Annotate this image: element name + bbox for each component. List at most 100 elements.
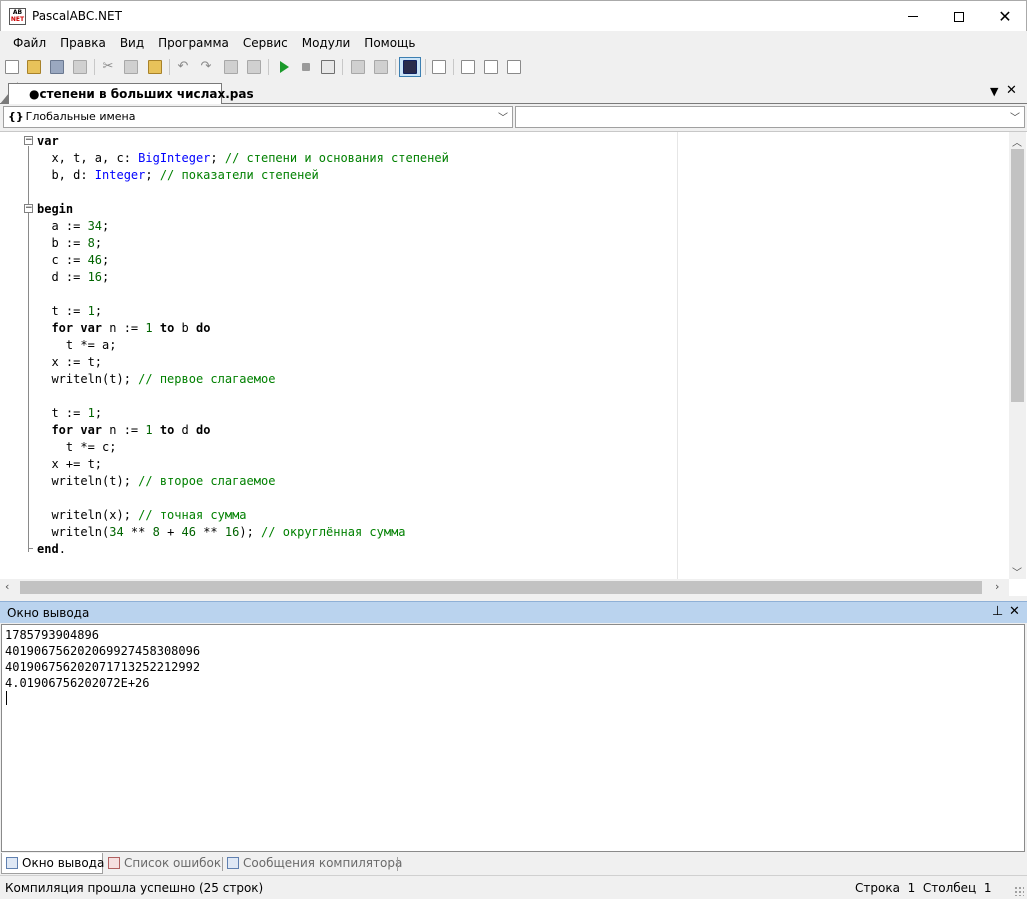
- toolbar-separator: [169, 59, 170, 75]
- menu-view[interactable]: Вид: [113, 36, 151, 50]
- close-button[interactable]: ✕: [982, 1, 1027, 32]
- scope-combo[interactable]: {} Глобальные имена ﹀: [3, 106, 513, 128]
- code-line: var: [37, 133, 449, 150]
- comment-button[interactable]: [349, 58, 367, 76]
- redo-button[interactable]: ↷: [197, 58, 215, 76]
- module-l-button[interactable]: [482, 58, 500, 76]
- save-all-button[interactable]: [71, 58, 89, 76]
- output-line: 1785793904896: [5, 628, 99, 642]
- code-token: b :=: [37, 236, 88, 250]
- minimize-button[interactable]: [890, 1, 936, 32]
- pin-icon[interactable]: ⊥: [992, 604, 1003, 619]
- horizontal-scroll-thumb[interactable]: [20, 581, 982, 594]
- menu-modules[interactable]: Модули: [295, 36, 358, 50]
- tab-list-dropdown-icon[interactable]: ▼: [990, 85, 998, 98]
- copy-button[interactable]: [122, 58, 140, 76]
- tab-error-list[interactable]: Список ошибок: [104, 853, 222, 874]
- resize-grip[interactable]: [1014, 886, 1024, 896]
- open-folder-icon: [27, 60, 41, 74]
- console-icon: [403, 60, 417, 74]
- code-line: writeln(34 ** 8 + 46 ** 16); // округлён…: [37, 524, 449, 541]
- code-token: n :=: [102, 321, 146, 335]
- fold-toggle-begin[interactable]: −: [24, 204, 33, 213]
- tab-active-document[interactable]: ●степени в больших числах.pas: [8, 83, 254, 104]
- stop-icon: [302, 63, 310, 71]
- undo-icon: ↶: [177, 59, 189, 74]
- menu-edit[interactable]: Правка: [53, 36, 113, 50]
- code-token: 1: [145, 423, 153, 437]
- debug-grid-icon: [321, 60, 335, 74]
- scroll-right-icon[interactable]: ›: [995, 580, 999, 593]
- scroll-up-icon[interactable]: ︿: [1012, 134, 1022, 149]
- console-button[interactable]: [399, 57, 421, 77]
- minimize-icon: [908, 16, 918, 17]
- module-d-button[interactable]: [459, 58, 477, 76]
- undo-button[interactable]: ↶: [174, 58, 192, 76]
- title-bar: AB NET PascalABC.NET ✕: [0, 0, 1027, 31]
- new-file-button[interactable]: [3, 58, 21, 76]
- code-token: to: [159, 321, 175, 335]
- chevron-down-icon: ﹀: [498, 113, 508, 124]
- code-token: t :=: [37, 406, 88, 420]
- code-token: // степени и основания степеней: [224, 151, 449, 165]
- menu-help[interactable]: Помощь: [357, 36, 422, 50]
- code-token: x, t, a, c:: [37, 151, 139, 165]
- editor-horizontal-scrollbar[interactable]: ‹ ›: [0, 579, 1009, 596]
- code-line: end.: [37, 541, 449, 558]
- code-token: 1: [87, 406, 95, 420]
- column-label: Столбец: [922, 881, 977, 895]
- toolbar-separator: [395, 59, 396, 75]
- code-token: ;: [94, 236, 103, 250]
- code-token: for var: [51, 321, 103, 335]
- fold-toggle-var[interactable]: −: [24, 136, 33, 145]
- code-token: ;: [102, 270, 110, 284]
- stop-button[interactable]: [297, 58, 315, 76]
- code-line: d := 16;: [37, 269, 449, 286]
- run-button[interactable]: [275, 58, 293, 76]
- scroll-left-icon[interactable]: ‹: [5, 580, 9, 593]
- comment-icon: [351, 60, 365, 74]
- paste-button[interactable]: [146, 58, 164, 76]
- maximize-button[interactable]: [936, 1, 982, 32]
- app-icon-text-bottom: NET: [10, 16, 25, 23]
- menu-service[interactable]: Сервис: [236, 36, 295, 50]
- debug-grid-button[interactable]: [319, 58, 337, 76]
- code-line: for var n := 1 to d do: [37, 422, 449, 439]
- tab-separator: [397, 857, 398, 871]
- code-editor[interactable]: − − var x, t, a, c: BigInteger; // степе…: [0, 131, 1027, 596]
- menu-file[interactable]: Файл: [6, 36, 53, 50]
- output-close-icon[interactable]: ✕: [1009, 604, 1020, 619]
- vertical-scroll-thumb[interactable]: [1011, 149, 1024, 402]
- uncomment-button[interactable]: [372, 58, 390, 76]
- code-token: 8: [87, 236, 95, 250]
- output-area[interactable]: 1785793904896 401906756202069927458308096…: [1, 624, 1025, 852]
- open-button[interactable]: [25, 58, 43, 76]
- code-text[interactable]: var x, t, a, c: BigInteger; // степени и…: [37, 133, 449, 558]
- save-button[interactable]: [48, 58, 66, 76]
- code-token: 34: [87, 219, 103, 233]
- tab-output-window[interactable]: Окно вывода: [1, 853, 104, 874]
- code-token: **: [195, 525, 225, 539]
- tab-close-icon[interactable]: ✕: [1006, 83, 1017, 98]
- module-r-button[interactable]: [505, 58, 523, 76]
- save-icon: [50, 60, 64, 74]
- cut-button[interactable]: ✂: [99, 58, 117, 76]
- compiler-messages-icon: [227, 857, 239, 869]
- code-token: ;: [102, 253, 110, 267]
- document-tab-strip: ●степени в больших числах.pas ▼ ✕: [0, 80, 1027, 104]
- step-forward-button[interactable]: [245, 58, 263, 76]
- step-back-button[interactable]: [222, 58, 240, 76]
- tab-compiler-messages[interactable]: Сообщения компилятора: [223, 853, 402, 874]
- editor-vertical-scrollbar[interactable]: ︿ ﹀: [1009, 132, 1026, 579]
- fold-end-marker: [28, 548, 33, 549]
- code-line: writeln(t); // второе слагаемое: [37, 473, 449, 490]
- format-button[interactable]: [430, 58, 448, 76]
- code-line: b, d: Integer; // показатели степеней: [37, 167, 449, 184]
- code-token: do: [196, 321, 211, 335]
- member-combo[interactable]: ﹀: [515, 106, 1025, 128]
- scroll-down-icon[interactable]: ﹀: [1012, 564, 1022, 579]
- toolbar-separator: [94, 59, 95, 75]
- menu-program[interactable]: Программа: [151, 36, 236, 50]
- cursor-position: Строка 1 Столбец 1: [855, 881, 991, 895]
